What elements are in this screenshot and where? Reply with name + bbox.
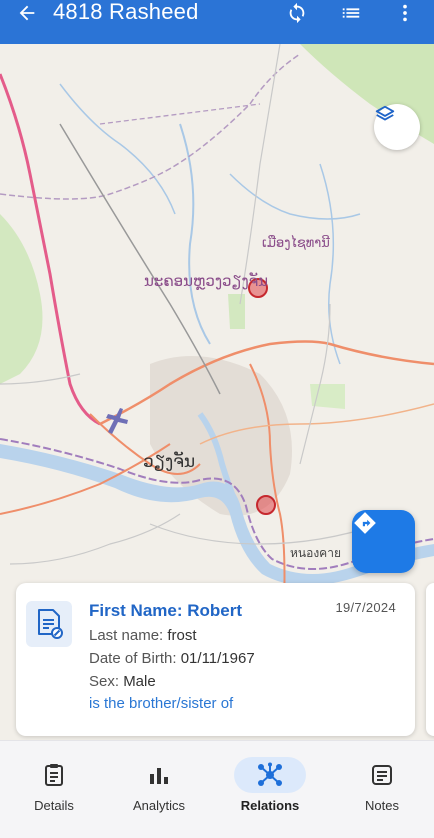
directions-icon xyxy=(354,512,376,534)
map-label-nong-khai: หนองคาย xyxy=(290,546,341,560)
back-arrow-icon xyxy=(19,5,35,21)
page-title: 4818 Rasheed xyxy=(53,0,199,24)
last-name-label: Last name: xyxy=(89,627,164,644)
relation-link[interactable]: is the brother/sister of xyxy=(89,695,233,712)
layers-button[interactable] xyxy=(374,104,420,150)
map-label-city: ວຽງຈັນ xyxy=(143,452,196,472)
sync-button[interactable] xyxy=(282,0,312,26)
directions-button[interactable] xyxy=(352,510,415,573)
back-button[interactable] xyxy=(12,0,42,26)
nav-analytics-label: Analytics xyxy=(132,798,186,813)
map-label-province: ເມືອງໄຊທານີ xyxy=(262,236,330,251)
more-vertical-icon xyxy=(403,4,407,22)
bottom-navigation: Details Analytics Relations Notes xyxy=(0,740,434,820)
list-button[interactable] xyxy=(336,0,366,26)
dob-row: Date of Birth: 01/11/1967 xyxy=(89,650,255,667)
nav-relations-label: Relations xyxy=(240,798,300,813)
document-icon xyxy=(26,601,72,647)
notes-icon xyxy=(346,757,418,793)
card-date: 19/7/2024 xyxy=(335,600,396,615)
more-options-button[interactable] xyxy=(390,0,420,26)
sex-label: Sex: xyxy=(89,673,120,690)
last-name-value: frost xyxy=(167,627,197,644)
nav-relations[interactable]: Relations xyxy=(216,741,324,821)
relation-card[interactable]: First Name: Robert 19/7/2024 Last name: … xyxy=(16,583,415,736)
nav-analytics[interactable]: Analytics xyxy=(105,741,213,821)
first-name-text: First Name: Robert xyxy=(89,601,243,620)
sex-row: Sex: Male xyxy=(89,673,156,690)
app-bar: 4818 Rasheed xyxy=(0,0,434,44)
nav-notes[interactable]: Notes xyxy=(328,741,434,821)
map-label-district: ນະຄອນຫຼວງວຽງຈັນ xyxy=(144,272,269,290)
sex-value: Male xyxy=(123,673,156,690)
layers-icon xyxy=(375,105,395,121)
list-icon xyxy=(342,8,360,18)
dob-value: 01/11/1967 xyxy=(180,650,255,667)
nav-details[interactable]: Details xyxy=(0,741,108,821)
next-card-peek[interactable] xyxy=(426,583,434,736)
details-icon xyxy=(18,757,90,793)
sync-icon xyxy=(289,2,305,24)
bar-chart-icon xyxy=(123,757,195,793)
dob-label: Date of Birth: xyxy=(89,650,177,667)
nav-details-label: Details xyxy=(34,798,74,813)
system-home-bar xyxy=(0,820,434,838)
relations-icon xyxy=(234,757,306,793)
nav-notes-label: Notes xyxy=(365,798,399,813)
last-name-row: Last name: frost xyxy=(89,627,197,644)
